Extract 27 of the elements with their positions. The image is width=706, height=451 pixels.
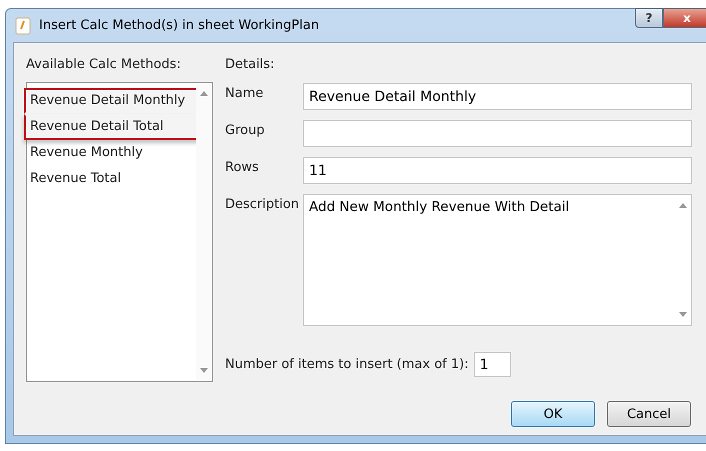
text-field[interactable]: Revenue Detail Monthly xyxy=(303,83,692,110)
scroll-down-icon[interactable] xyxy=(200,368,208,373)
ok-button[interactable]: OK xyxy=(511,401,595,427)
field-label: Name xyxy=(225,85,264,103)
text-field[interactable] xyxy=(303,120,692,147)
scroll-up-icon[interactable] xyxy=(200,91,208,96)
scroll-down-icon[interactable] xyxy=(679,312,687,317)
methods-label: Available Calc Methods: xyxy=(26,57,182,72)
text-field[interactable]: 11 xyxy=(303,157,692,184)
document-icon xyxy=(15,16,31,34)
cancel-button[interactable]: Cancel xyxy=(607,401,691,427)
scroll-up-icon[interactable] xyxy=(679,203,687,208)
window-title: Insert Calc Method(s) in sheet WorkingPlan xyxy=(39,18,320,33)
count-label: Number of items to insert (max of 1): xyxy=(225,357,469,372)
description-field[interactable]: Add New Monthly Revenue With Detail xyxy=(303,194,692,326)
list-item[interactable]: Revenue Total xyxy=(24,166,199,192)
help-button[interactable]: ? xyxy=(635,8,663,28)
close-button[interactable]: x xyxy=(663,8,706,28)
list-item[interactable]: Revenue Monthly xyxy=(24,140,199,166)
scrollbar[interactable] xyxy=(196,83,212,381)
count-field[interactable]: 1 xyxy=(474,352,511,377)
field-label: Rows xyxy=(225,159,260,177)
list-item[interactable]: Revenue Detail Monthly xyxy=(24,88,199,114)
details-label: Details: xyxy=(225,57,276,72)
field-label: Description xyxy=(225,196,300,214)
field-label: Group xyxy=(225,122,266,140)
list-item[interactable]: Revenue Detail Total xyxy=(24,114,199,140)
